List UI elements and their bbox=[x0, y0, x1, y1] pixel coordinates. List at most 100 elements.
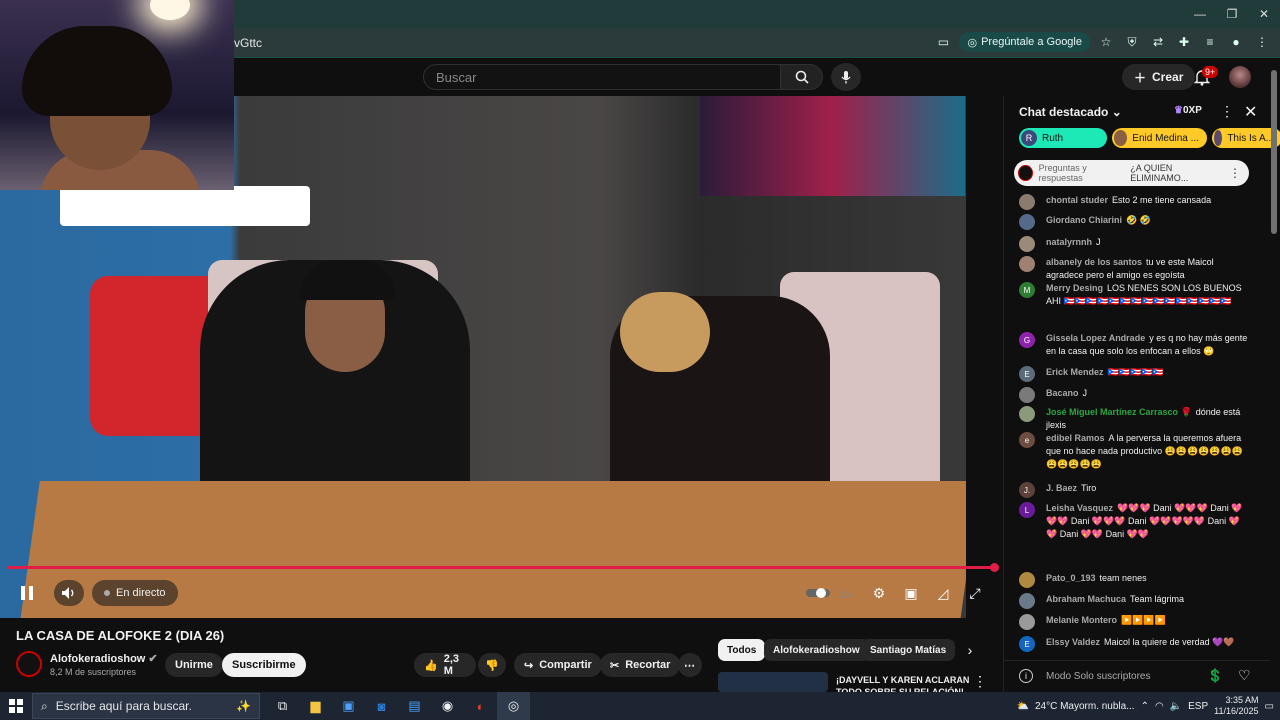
search-button[interactable] bbox=[781, 64, 823, 90]
recording-app-icon[interactable]: ◐ bbox=[464, 692, 497, 720]
chat-avatar[interactable]: E bbox=[1019, 636, 1035, 652]
browser-menu-icon[interactable]: ⋮ bbox=[1252, 32, 1272, 52]
channel-avatar[interactable] bbox=[16, 651, 42, 677]
fullscreen-button[interactable]: ⤢ bbox=[964, 580, 986, 606]
info-icon[interactable]: i bbox=[1019, 669, 1033, 683]
rec-more-button[interactable]: ⋮ bbox=[972, 672, 988, 690]
chat-avatar[interactable] bbox=[1019, 593, 1035, 609]
chat-author[interactable]: Merry Desing bbox=[1046, 283, 1103, 293]
chip-all[interactable]: Todos bbox=[718, 639, 766, 661]
chips-next-button[interactable]: › bbox=[960, 639, 980, 661]
chat-mode-dropdown[interactable]: Chat destacado ⌄ bbox=[1019, 105, 1122, 119]
chip-channel[interactable]: Alofokeradioshow bbox=[764, 639, 869, 661]
chat-avatar[interactable] bbox=[1019, 572, 1035, 588]
share-button[interactable]: ↪ Compartir bbox=[514, 653, 602, 677]
file-explorer-icon[interactable]: ▆ bbox=[299, 692, 332, 720]
clock[interactable]: 3:35 AM 11/16/2025 bbox=[1214, 695, 1258, 717]
store-icon[interactable]: ▣ bbox=[332, 692, 365, 720]
steam-icon[interactable]: ◉ bbox=[431, 692, 464, 720]
clip-button[interactable]: ✂ Recortar bbox=[600, 653, 681, 677]
more-actions-button[interactable]: ⋯ bbox=[678, 653, 702, 677]
bookmark-star-icon[interactable]: ☆ bbox=[1096, 32, 1116, 52]
chat-avatar[interactable] bbox=[1019, 214, 1035, 230]
restore-button[interactable]: ❐ bbox=[1216, 0, 1248, 28]
chat-author[interactable]: Erick Mendez bbox=[1046, 367, 1104, 377]
voice-search-button[interactable] bbox=[831, 63, 861, 91]
cast-button[interactable]: ◿ bbox=[932, 580, 954, 606]
profile-avatar-icon[interactable]: ● bbox=[1226, 32, 1246, 52]
chat-more-button[interactable]: ⋮ bbox=[1220, 103, 1234, 120]
url-text[interactable]: vGttc bbox=[234, 36, 262, 50]
chat-avatar[interactable] bbox=[1019, 614, 1035, 630]
chat-author[interactable]: Abraham Machuca bbox=[1046, 594, 1126, 604]
chat-author[interactable]: natalyrnnh bbox=[1046, 237, 1092, 247]
notification-center-icon[interactable]: ▭ bbox=[1265, 701, 1274, 712]
tray-chevron-icon[interactable]: ⌃ bbox=[1141, 701, 1149, 712]
chat-author[interactable]: Elssy Valdez bbox=[1046, 637, 1100, 647]
chat-avatar[interactable]: e bbox=[1019, 432, 1035, 448]
chat-author[interactable]: Bacano bbox=[1046, 388, 1079, 398]
heart-icon[interactable]: ♡ bbox=[1238, 667, 1251, 684]
miniplayer-button[interactable]: ▣ bbox=[900, 580, 922, 606]
volume-button[interactable] bbox=[54, 580, 84, 606]
ticker-item[interactable]: R Ruth bbox=[1019, 128, 1107, 148]
ticker-item[interactable]: This Is A... bbox=[1212, 128, 1280, 148]
autoplay-toggle[interactable] bbox=[804, 580, 832, 606]
wifi-icon[interactable]: ◠ bbox=[1155, 701, 1164, 712]
extension-shield-icon[interactable]: ⛨ bbox=[1122, 32, 1142, 52]
progress-bar[interactable] bbox=[8, 566, 994, 569]
chat-avatar[interactable]: M bbox=[1019, 282, 1035, 298]
chat-author[interactable]: chontal studer bbox=[1046, 195, 1108, 205]
chat-author[interactable]: Pato_0_193 bbox=[1046, 573, 1096, 583]
chat-avatar[interactable]: J. bbox=[1019, 482, 1035, 498]
weather-icon[interactable]: ⛅ bbox=[1017, 701, 1029, 712]
app-icon[interactable]: ▤ bbox=[398, 692, 431, 720]
ask-google-button[interactable]: ◎ Pregúntale a Google bbox=[959, 32, 1090, 52]
chat-avatar[interactable] bbox=[1019, 406, 1035, 422]
dislike-button[interactable]: 👎 bbox=[478, 653, 506, 677]
super-chat-icon[interactable]: 💲 bbox=[1207, 668, 1223, 684]
account-avatar[interactable] bbox=[1229, 66, 1251, 88]
ticker-item[interactable]: Enid Medina ... bbox=[1112, 128, 1207, 148]
minimize-button[interactable]: — bbox=[1184, 0, 1216, 28]
like-button[interactable]: 👍 2,3 M bbox=[414, 653, 476, 677]
chat-avatar[interactable] bbox=[1019, 256, 1035, 272]
subscribe-button[interactable]: Suscribirme bbox=[222, 653, 306, 677]
chat-avatar[interactable] bbox=[1019, 194, 1035, 210]
scrubber-handle[interactable] bbox=[990, 563, 999, 572]
chat-close-button[interactable]: ✕ bbox=[1244, 102, 1257, 122]
live-indicator[interactable]: En directo bbox=[92, 580, 178, 606]
start-button[interactable] bbox=[0, 692, 32, 720]
chat-author[interactable]: Leisha Vasquez bbox=[1046, 503, 1113, 513]
translate-icon[interactable]: ⇄ bbox=[1148, 32, 1168, 52]
install-app-icon[interactable]: ▭ bbox=[933, 32, 953, 52]
page-scrollbar[interactable] bbox=[1271, 70, 1277, 234]
channel-name[interactable]: Alofokeradioshow ✔ bbox=[50, 652, 158, 665]
chat-author[interactable]: José Miguel Martínez Carrasco 🌹 bbox=[1046, 407, 1192, 417]
join-button[interactable]: Unirme bbox=[165, 653, 223, 677]
kebab-icon[interactable]: ⋮ bbox=[1229, 166, 1241, 180]
speaker-icon[interactable]: 🔈 bbox=[1170, 701, 1182, 712]
chat-avatar[interactable] bbox=[1019, 236, 1035, 252]
chat-author[interactable]: Gissela Lopez Andrade bbox=[1046, 333, 1145, 343]
rec-thumbnail[interactable] bbox=[718, 672, 828, 692]
close-window-button[interactable]: ✕ bbox=[1248, 0, 1280, 28]
pinned-qa-banner[interactable]: Preguntas y respuestas ¿A QUIEN ELIMINAM… bbox=[1014, 160, 1249, 186]
chat-author[interactable]: J. Baez bbox=[1046, 483, 1077, 493]
search-input[interactable]: Buscar bbox=[423, 64, 781, 90]
create-button[interactable]: ＋ Crear bbox=[1122, 64, 1196, 90]
weather-text[interactable]: 24°C Mayorm. nubla... bbox=[1035, 701, 1135, 712]
chrome-icon[interactable]: ◎ bbox=[497, 692, 530, 720]
chat-author[interactable]: Melanie Montero bbox=[1046, 615, 1117, 625]
chat-author[interactable]: Giordano Chiarini bbox=[1046, 215, 1122, 225]
xp-badge[interactable]: ♛0XP bbox=[1174, 105, 1202, 116]
task-view-icon[interactable]: ⧉ bbox=[266, 692, 299, 720]
lang-indicator[interactable]: ESP bbox=[1188, 701, 1208, 712]
subtitles-button[interactable]: ▭ bbox=[836, 580, 858, 606]
chat-avatar[interactable]: G bbox=[1019, 332, 1035, 348]
chat-author[interactable]: albanely de los santos bbox=[1046, 257, 1142, 267]
taskbar-search[interactable]: ⌕ Escribe aquí para buscar. ✨ bbox=[32, 693, 260, 719]
pause-button[interactable] bbox=[14, 580, 40, 606]
settings-button[interactable]: ⚙ bbox=[868, 580, 890, 606]
chat-author[interactable]: edibel Ramos bbox=[1046, 433, 1105, 443]
